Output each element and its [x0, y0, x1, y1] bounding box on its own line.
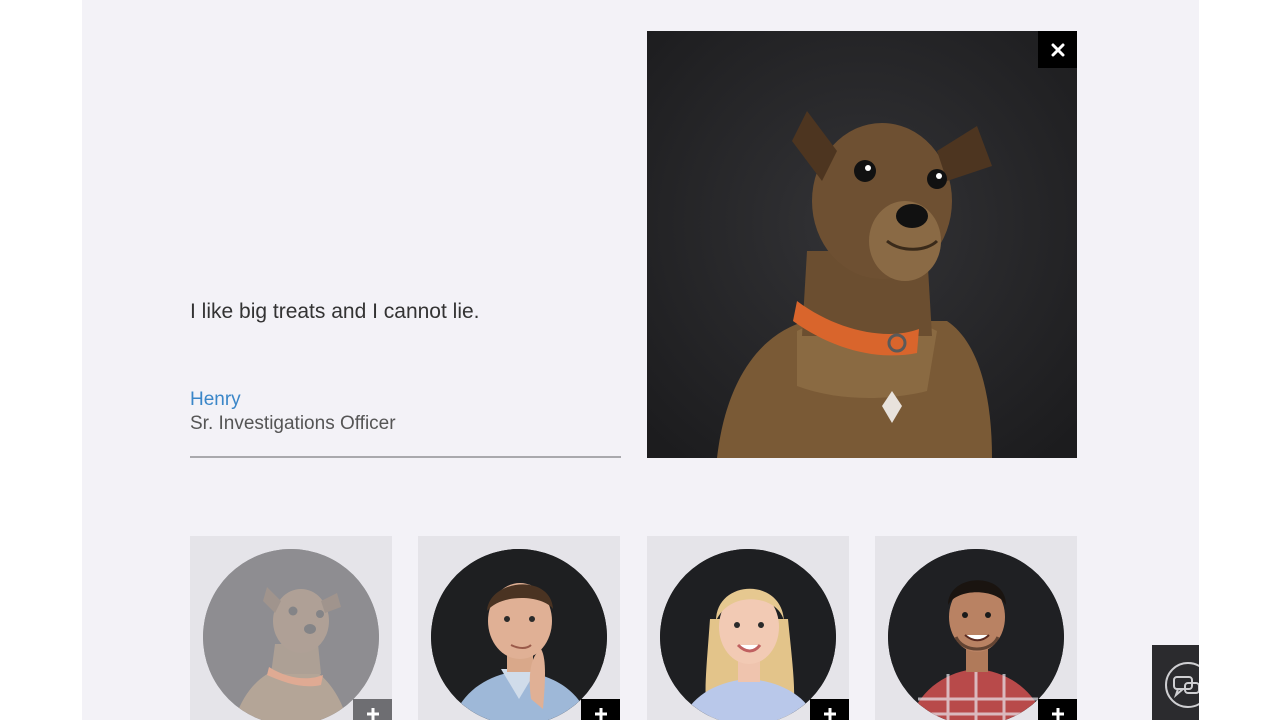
young-man-avatar [888, 549, 1064, 720]
team-card-young-man[interactable] [875, 536, 1077, 720]
person-name-link[interactable]: Henry [190, 388, 241, 412]
expand-button[interactable] [353, 699, 392, 720]
testimonial-quote: I like big treats and I cannot lie. [190, 300, 480, 323]
woman-avatar [660, 549, 836, 720]
close-icon [1051, 43, 1064, 56]
man-avatar [431, 549, 607, 720]
plus-icon [366, 708, 379, 720]
close-button[interactable] [1038, 31, 1077, 68]
expand-button[interactable] [810, 699, 849, 720]
dog-avatar [203, 549, 379, 720]
plus-icon [594, 708, 607, 720]
divider [190, 456, 621, 458]
chat-widget-button[interactable] [1152, 645, 1199, 720]
team-card-dog[interactable] [190, 536, 392, 720]
featured-photo [647, 31, 1077, 458]
team-card-woman[interactable] [647, 536, 849, 720]
chat-icon [1165, 662, 1199, 708]
person-title: Sr. Investigations Officer [190, 413, 396, 434]
plus-icon [823, 708, 836, 720]
plus-icon [1051, 708, 1064, 720]
expand-button[interactable] [581, 699, 620, 720]
team-card-man[interactable] [418, 536, 620, 720]
expand-button[interactable] [1038, 699, 1077, 720]
